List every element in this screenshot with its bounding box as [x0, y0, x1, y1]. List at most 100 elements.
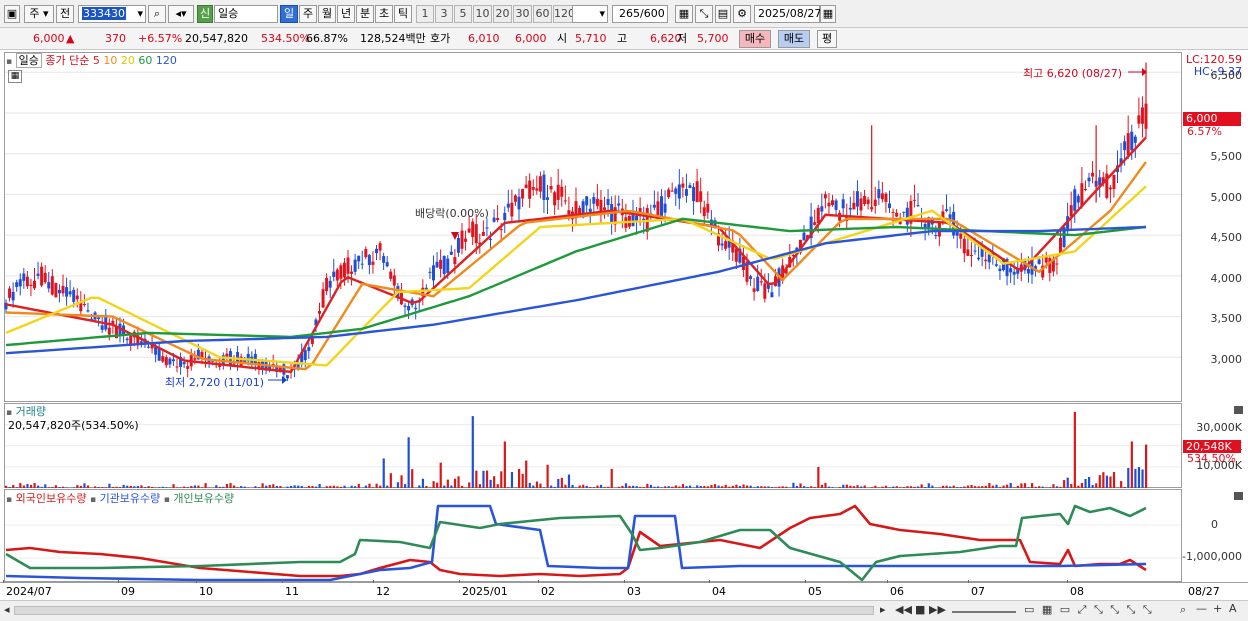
candle-body — [11, 291, 15, 301]
candle-body — [407, 306, 411, 311]
candle-body — [966, 249, 970, 256]
candle-body — [663, 203, 667, 213]
volume-bar — [489, 479, 492, 488]
text-tool-icon[interactable]: A — [1229, 602, 1237, 616]
period-tab-4[interactable]: 분 — [356, 5, 374, 23]
volume-bar — [482, 470, 485, 488]
candle-body — [877, 189, 881, 199]
zoom-slider[interactable] — [952, 611, 1016, 613]
candle-body — [439, 259, 443, 269]
zoom-in-icon[interactable]: + — [1213, 602, 1222, 616]
candle-body — [652, 204, 656, 208]
pyeong-button[interactable]: 평 — [817, 30, 837, 48]
candle-body — [506, 203, 510, 208]
chart-menu-icon[interactable]: ▣ — [4, 5, 20, 23]
candle-body — [1130, 131, 1134, 151]
close-pane-icon[interactable] — [1234, 492, 1243, 500]
candle-body — [816, 207, 820, 223]
buy-button[interactable]: 매수 — [739, 30, 771, 48]
candle-body — [43, 272, 47, 283]
chevron-down-icon: ▾ — [599, 7, 605, 20]
candle-body — [934, 235, 938, 237]
scroll-right-icon[interactable]: ▸ — [880, 603, 886, 617]
rewind-icon[interactable]: ◀◀ — [895, 603, 912, 617]
candle-body — [367, 254, 371, 266]
candle-body — [977, 257, 981, 260]
period-tab-6[interactable]: 틱 — [394, 5, 412, 23]
hoga-label: 호가 — [430, 32, 451, 45]
sell-button[interactable]: 매도 — [778, 30, 810, 48]
scrollbar-track[interactable] — [14, 606, 874, 615]
draw-tool-icon[interactable]: ⤡ — [695, 5, 713, 23]
legend-prefix: 종가 단순 — [45, 54, 90, 67]
period-tab-3[interactable]: 년 — [337, 5, 355, 23]
candle-body — [538, 176, 542, 192]
volume-chart[interactable] — [0, 402, 1248, 488]
close-pane-icon[interactable] — [1234, 406, 1243, 414]
x-axis: 2024/07 09 10 11 12 2025/01 02 03 04 05 06 07 08 08/… — [0, 580, 1248, 600]
interval-tab-4[interactable]: 20 — [493, 5, 512, 23]
candle-body — [68, 291, 72, 295]
period-select[interactable]: 주 ▾ — [24, 5, 54, 23]
gear-icon[interactable]: ⚙ — [733, 5, 751, 23]
candle-body — [57, 289, 61, 294]
x-tick — [624, 580, 625, 583]
candle-body — [175, 366, 179, 368]
interval-tab-2[interactable]: 5 — [454, 5, 472, 23]
candle-body — [873, 199, 877, 206]
candle-body — [674, 188, 678, 194]
candle-body — [695, 181, 699, 203]
period-tab-1[interactable]: 주 — [299, 5, 317, 23]
candle-body — [603, 207, 606, 210]
volume-bar — [1088, 476, 1091, 488]
search-icon[interactable]: ⌕ — [148, 5, 166, 23]
stock-code-input[interactable]: 333430 ▾ — [78, 5, 146, 23]
volume-bar — [525, 460, 528, 488]
x-tick — [282, 580, 283, 583]
zoom-out-icon[interactable]: — — [1196, 602, 1207, 616]
candle-body — [75, 295, 79, 300]
interval-dropdown[interactable]: ▾ — [572, 5, 608, 23]
interval-tab-1[interactable]: 3 — [435, 5, 453, 23]
zoom-icon[interactable]: ⌕ — [1180, 603, 1186, 617]
legend-dot-icon: ▪ — [6, 408, 13, 418]
period-tab-2[interactable]: 월 — [318, 5, 336, 23]
candle-body — [371, 261, 375, 265]
scroll-left-icon[interactable]: ◂ — [4, 603, 10, 617]
save-icon[interactable]: ▤ — [715, 5, 731, 23]
forward-icon[interactable]: ▶▶ — [929, 603, 946, 617]
stock-name-field[interactable]: 일승 — [214, 5, 278, 23]
candle-body — [378, 243, 382, 251]
candle-body — [225, 353, 229, 357]
candle-body — [321, 289, 325, 308]
tool-icons[interactable]: ▭ ▦ ▭ ⤢ ⤡ ⤡ ⤡ ⤡ — [1024, 603, 1154, 617]
interval-tab-5[interactable]: 30 — [513, 5, 532, 23]
interval-tab-6[interactable]: 60 — [533, 5, 552, 23]
price-ytick-2: 5,500 — [1210, 150, 1243, 163]
candle-body — [364, 249, 368, 258]
count-field[interactable]: 265/600 — [612, 5, 668, 23]
jeon-button[interactable]: 전 — [56, 5, 74, 23]
period-tab-5[interactable]: 초 — [375, 5, 393, 23]
calendar-icon[interactable]: ▦ — [820, 5, 836, 23]
candle-body — [147, 346, 150, 348]
grid-toggle-icon[interactable]: ▦ — [8, 70, 22, 83]
period-tab-0[interactable]: 일 — [280, 5, 298, 23]
interval-tab-0[interactable]: 1 — [416, 5, 434, 23]
candle-body — [474, 224, 478, 244]
turnover-rate: 66.87% — [306, 32, 348, 45]
date-field[interactable]: 2025/08/27 — [754, 5, 821, 23]
price-chart[interactable] — [0, 50, 1248, 402]
stop-icon[interactable]: ■ — [915, 603, 925, 617]
candle-body — [749, 276, 753, 279]
candle-body — [1069, 205, 1073, 217]
candle-body — [734, 248, 738, 262]
x-tick — [968, 580, 969, 583]
candle-body — [524, 184, 528, 189]
interval-tab-3[interactable]: 10 — [473, 5, 492, 23]
indicator-icon[interactable]: ▦ — [675, 5, 693, 23]
speaker-icon[interactable]: ◂▾ — [168, 5, 194, 23]
candle-body — [535, 188, 539, 191]
candle-body — [40, 266, 44, 286]
volume-bar — [493, 476, 496, 488]
